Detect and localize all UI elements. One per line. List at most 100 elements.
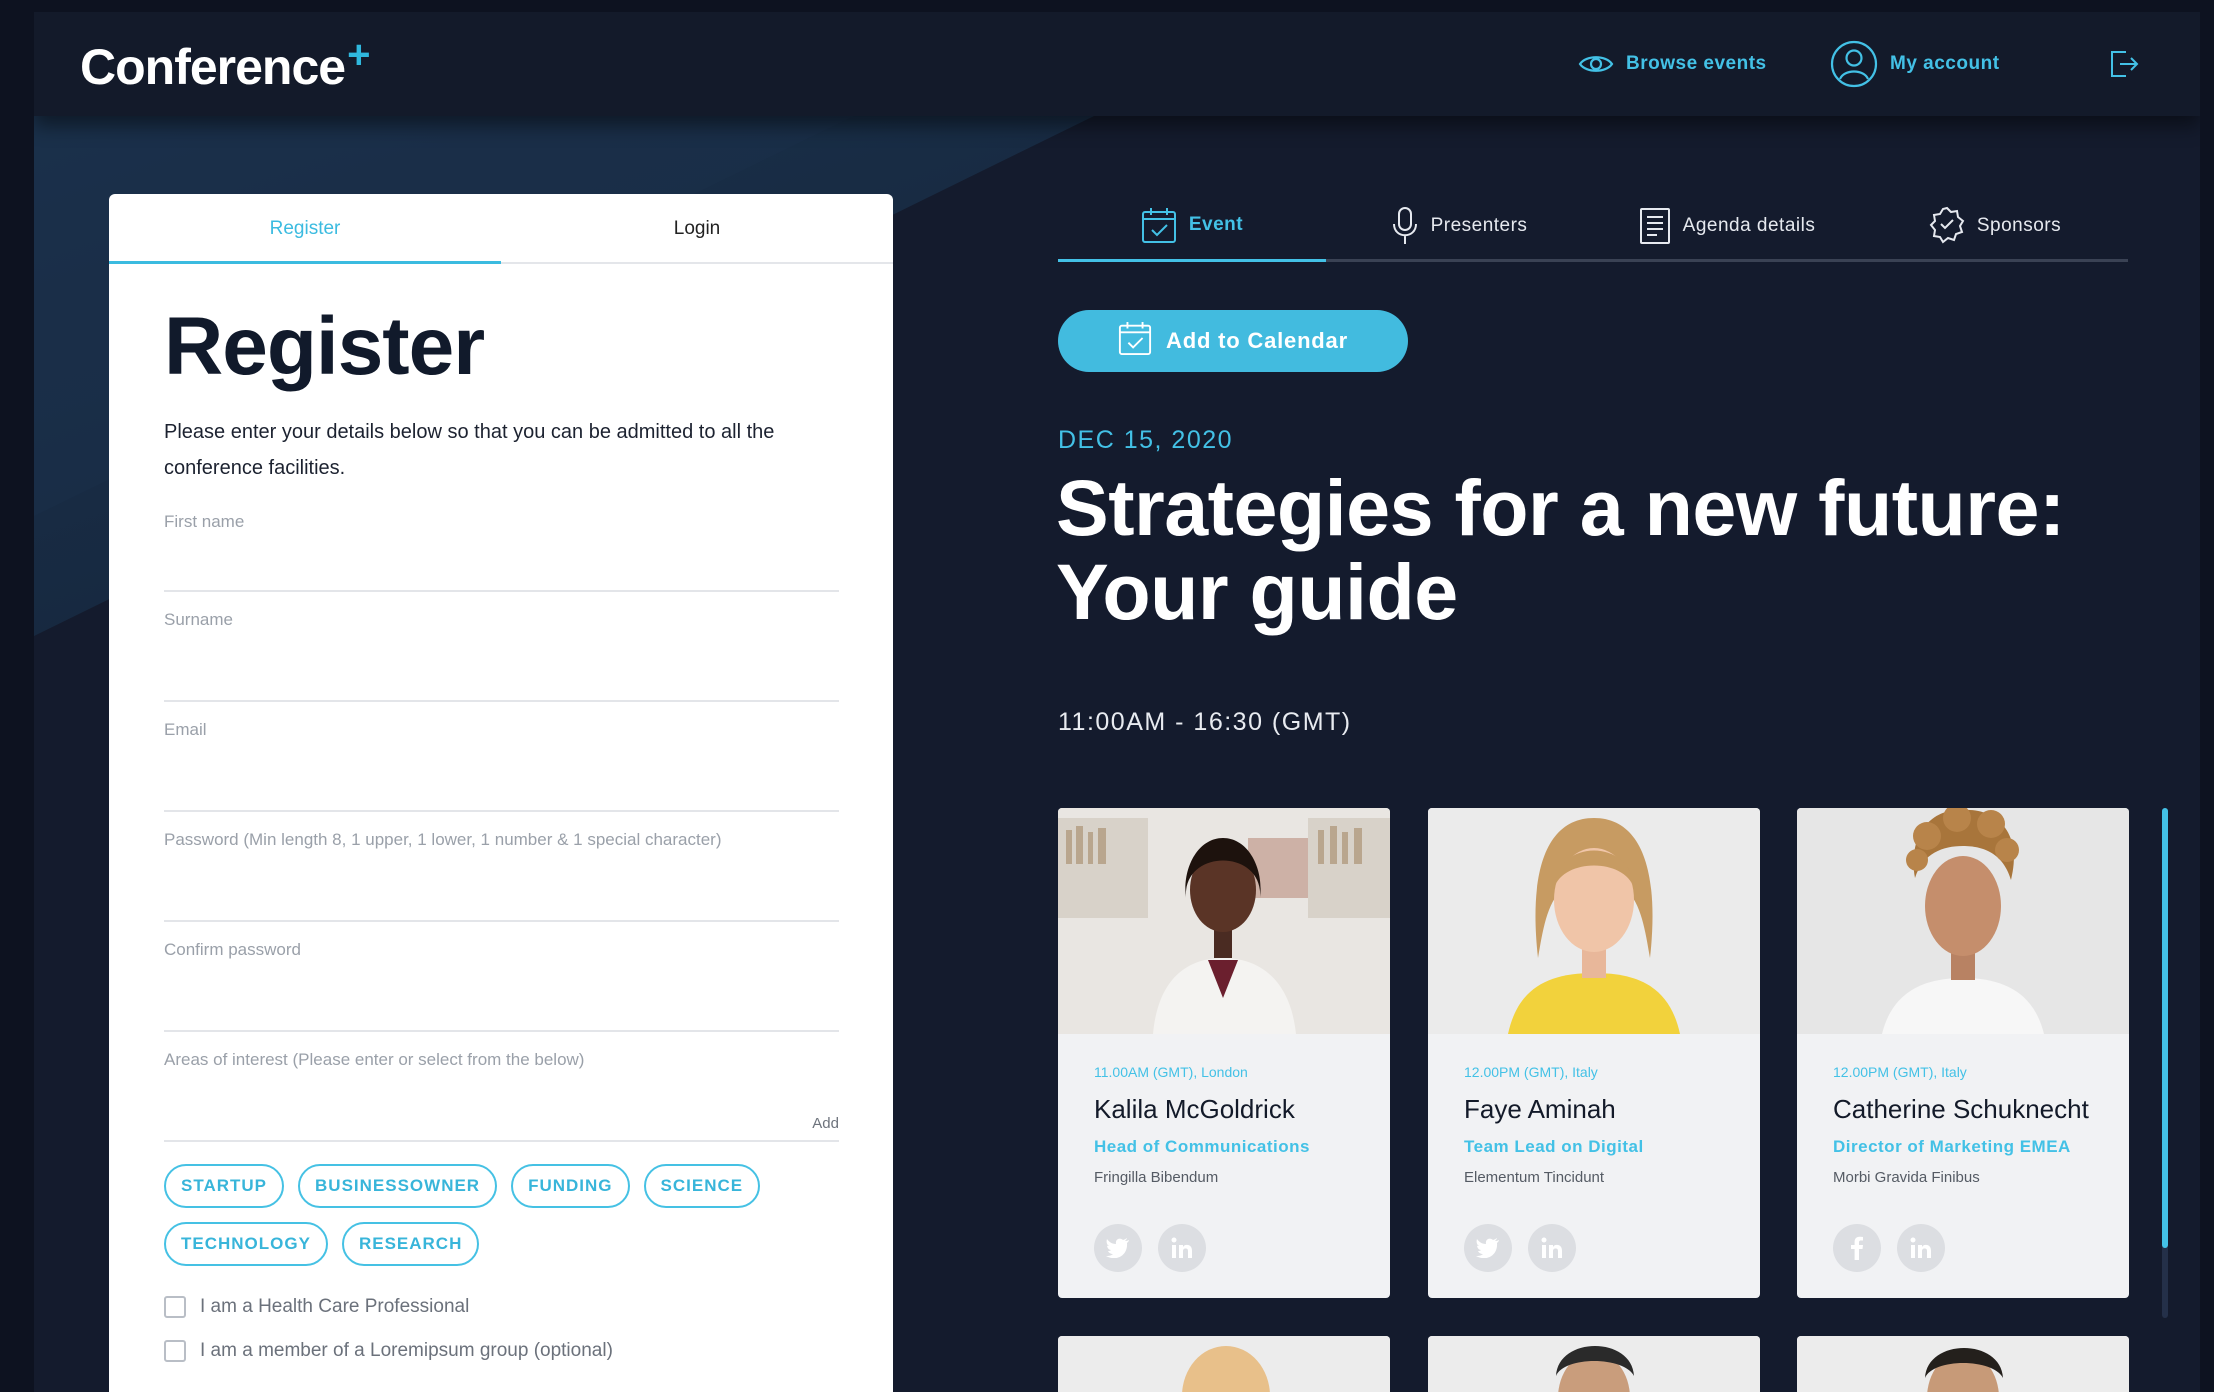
linkedin-icon[interactable]	[1158, 1224, 1206, 1272]
page-title: Register	[164, 301, 485, 392]
email-field[interactable]: Email	[164, 702, 839, 812]
chip-technology[interactable]: TECHNOLOGY	[164, 1222, 328, 1266]
register-card: Register Login Register Please enter you…	[109, 194, 893, 1392]
tab-presenters-label: Presenters	[1430, 215, 1528, 236]
password-field[interactable]: Password (Min length 8, 1 upper, 1 lower…	[164, 812, 839, 922]
confirm-password-field[interactable]: Confirm password	[164, 922, 839, 1032]
tab-register[interactable]: Register	[109, 194, 501, 264]
first-name-field[interactable]: First name	[164, 502, 839, 592]
speaker-role: Team Lead on Digital	[1464, 1137, 1644, 1156]
scrollbar-thumb[interactable]	[2162, 808, 2168, 1248]
chip-startup[interactable]: STARTUP	[164, 1164, 285, 1208]
event-title-line-2: Your guide	[1056, 547, 1458, 636]
tab-event-label: Event	[1188, 213, 1244, 235]
health-care-checkbox[interactable]	[164, 1296, 186, 1318]
confirm-password-label: Confirm password	[164, 940, 301, 959]
speaker-time: 11.00AM (GMT), London	[1094, 1064, 1248, 1080]
linkedin-icon[interactable]	[1897, 1224, 1945, 1272]
form-description: Please enter your details below so that …	[164, 421, 775, 479]
speaker-role: Director of Marketing EMEA	[1833, 1137, 2071, 1156]
chip-businessowner[interactable]: BUSINESSOWNER	[298, 1164, 498, 1208]
my-account-label: My account	[1890, 53, 2000, 74]
speaker-card[interactable]	[1428, 1336, 1760, 1392]
calendar-icon	[1118, 320, 1152, 362]
tab-event[interactable]: Event	[1058, 190, 1326, 262]
event-date: DEC 15, 2020	[1058, 426, 1234, 454]
add-to-calendar-button[interactable]: Add to Calendar	[1058, 310, 1408, 372]
top-header: Conference+ Browse events My account	[34, 12, 2200, 116]
tab-presenters[interactable]: Presenters	[1326, 190, 1592, 262]
email-label: Email	[164, 720, 207, 739]
surname-label: Surname	[164, 610, 233, 629]
speakers-scrollbar[interactable]	[2162, 808, 2168, 1318]
logo[interactable]: Conference+	[80, 33, 370, 96]
facebook-icon[interactable]	[1833, 1224, 1881, 1272]
password-label: Password (Min length 8, 1 upper, 1 lower…	[164, 830, 722, 849]
event-title: Strategies for a new future: Your guide	[1056, 466, 2166, 634]
tab-agenda-details[interactable]: Agenda details	[1592, 190, 1862, 262]
tab-sponsors-label: Sponsors	[1976, 215, 2062, 236]
browse-events-link[interactable]: Browse events	[1578, 52, 1767, 76]
linkedin-icon[interactable]	[1528, 1224, 1576, 1272]
speaker-name: Faye Aminah	[1464, 1094, 1616, 1124]
chip-research[interactable]: RESEARCH	[341, 1222, 480, 1266]
twitter-icon[interactable]	[1094, 1224, 1142, 1272]
interest-chips: STARTUP BUSINESSOWNER FUNDING SCIENCE TE…	[164, 1164, 784, 1266]
speaker-photo	[1428, 808, 1760, 1034]
speaker-card[interactable]: 12.00PM (GMT), Italy Faye Aminah Team Le…	[1428, 808, 1760, 1298]
tab-login[interactable]: Login	[501, 194, 893, 262]
chip-science[interactable]: SCIENCE	[643, 1164, 761, 1208]
twitter-icon[interactable]	[1464, 1224, 1512, 1272]
speaker-time: 12.00PM (GMT), Italy	[1464, 1064, 1598, 1080]
add-to-calendar-label: Add to Calendar	[1166, 328, 1348, 353]
areas-of-interest-field[interactable]: Areas of interest (Please enter or selec…	[164, 1032, 839, 1142]
member-label: I am a member of a Loremipsum group (opt…	[200, 1340, 613, 1361]
speaker-photo	[1428, 1336, 1760, 1392]
speaker-name: Kalila McGoldrick	[1094, 1094, 1295, 1124]
microphone-icon	[1391, 206, 1419, 246]
member-checkbox-row[interactable]: I am a member of a Loremipsum group (opt…	[164, 1340, 839, 1362]
register-form: Register Please enter your details below…	[109, 300, 893, 1362]
areas-of-interest-label: Areas of interest (Please enter or selec…	[164, 1050, 585, 1069]
speaker-card[interactable]: 11.00AM (GMT), London Kalila McGoldrick …	[1058, 808, 1390, 1298]
logo-text: Conference	[80, 39, 346, 95]
speaker-card[interactable]: 12.00PM (GMT), Italy Catherine Schuknech…	[1797, 808, 2129, 1298]
tab-agenda-label: Agenda details	[1682, 215, 1816, 236]
browse-events-label: Browse events	[1626, 53, 1767, 74]
speaker-card[interactable]	[1797, 1336, 2129, 1392]
logo-plus-mark: +	[347, 33, 370, 77]
document-icon	[1639, 207, 1671, 245]
my-account-link[interactable]: My account	[1830, 40, 2000, 88]
speaker-info: 11.00AM (GMT), London Kalila McGoldrick …	[1058, 1034, 1390, 1272]
first-name-label: First name	[164, 512, 245, 531]
speaker-photo	[1797, 808, 2129, 1034]
event-tabs: Event Presenters Agenda details Sponsors	[1058, 190, 2128, 262]
speaker-socials	[1464, 1224, 1724, 1272]
chip-funding[interactable]: FUNDING	[511, 1164, 630, 1208]
tab-sponsors[interactable]: Sponsors	[1862, 190, 2128, 262]
speaker-info: 12.00PM (GMT), Italy Catherine Schuknech…	[1797, 1034, 2129, 1272]
calendar-check-icon	[1141, 206, 1177, 244]
event-time: 11:00AM - 16:30 (GMT)	[1058, 708, 1352, 736]
speaker-name: Catherine Schuknecht	[1833, 1094, 2089, 1124]
surname-field[interactable]: Surname	[164, 592, 839, 702]
add-interest-button[interactable]: Add	[812, 1115, 839, 1132]
speaker-photo	[1797, 1336, 2129, 1392]
speaker-org: Morbi Gravida Finibus	[1833, 1169, 1980, 1186]
speaker-socials	[1094, 1224, 1354, 1272]
auth-tabs: Register Login	[109, 194, 893, 264]
speaker-socials	[1833, 1224, 2093, 1272]
badge-icon	[1929, 206, 1965, 246]
member-checkbox[interactable]	[164, 1340, 186, 1362]
speaker-org: Fringilla Bibendum	[1094, 1169, 1219, 1186]
logout-icon[interactable]	[2108, 48, 2140, 85]
speaker-role: Head of Communications	[1094, 1137, 1310, 1156]
speaker-card[interactable]	[1058, 1336, 1390, 1392]
health-care-checkbox-row[interactable]: I am a Health Care Professional	[164, 1296, 839, 1318]
event-title-line-1: Strategies for a new future:	[1056, 463, 2065, 552]
speaker-time: 12.00PM (GMT), Italy	[1833, 1064, 1967, 1080]
health-care-label: I am a Health Care Professional	[200, 1296, 470, 1317]
app-window: Conference+ Browse events My account Reg…	[34, 12, 2200, 1392]
speaker-photo	[1058, 1336, 1390, 1392]
eye-icon	[1578, 52, 1614, 76]
